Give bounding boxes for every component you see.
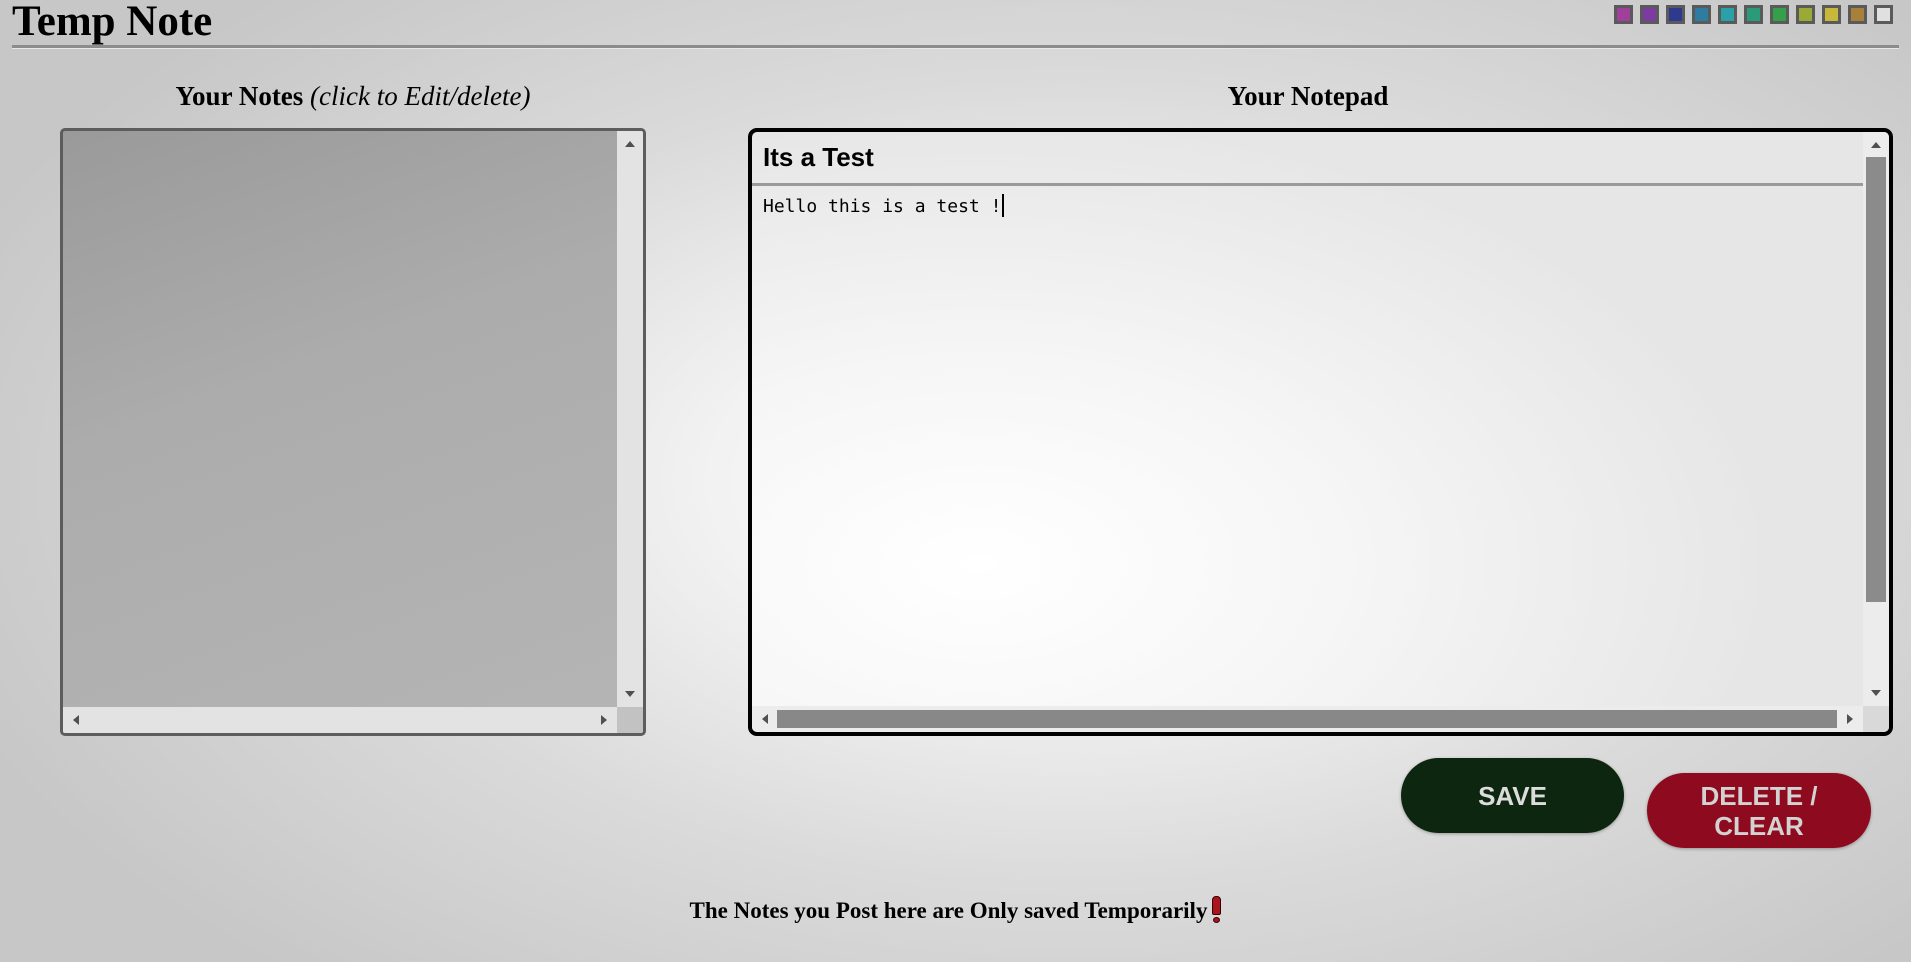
delete-button-label-line: CLEAR: [1714, 810, 1804, 841]
app-title: Temp Note: [12, 0, 213, 45]
scroll-right-arrow-icon[interactable]: [601, 715, 607, 725]
note-body-text: Hello this is a test !: [763, 196, 1002, 217]
swatch-brown[interactable]: [1848, 5, 1867, 24]
notes-horizontal-scrollbar[interactable]: [63, 707, 617, 733]
delete-button-label-line: DELETE /: [1700, 780, 1818, 811]
text-caret: [1002, 194, 1005, 217]
swatch-green[interactable]: [1770, 5, 1789, 24]
swatch-purple[interactable]: [1640, 5, 1659, 24]
notes-heading-label: Your Notes: [175, 81, 304, 111]
notepad-vertical-scrollbar[interactable]: [1863, 132, 1889, 706]
notepad-editor: Hello this is a test !: [748, 128, 1893, 736]
swatch-sea-green[interactable]: [1744, 5, 1763, 24]
swatch-teal[interactable]: [1718, 5, 1737, 24]
scroll-right-arrow-icon[interactable]: [1847, 714, 1853, 724]
notes-vertical-scrollbar[interactable]: [617, 131, 643, 707]
scroll-up-arrow-icon[interactable]: [625, 141, 635, 147]
swatch-navy[interactable]: [1666, 5, 1685, 24]
notes-list[interactable]: [60, 128, 646, 736]
note-body-textarea[interactable]: Hello this is a test !: [763, 194, 1859, 219]
swatch-olive[interactable]: [1796, 5, 1815, 24]
horizontal-scroll-thumb[interactable]: [777, 710, 1837, 728]
exclamation-icon: [1212, 896, 1222, 923]
swatch-mustard[interactable]: [1822, 5, 1841, 24]
scroll-down-arrow-icon[interactable]: [1871, 690, 1881, 696]
header-divider: [12, 45, 1899, 49]
footer-notice-text: The Notes you Post here are Only saved T…: [689, 898, 1208, 923]
swatch-magenta[interactable]: [1614, 5, 1633, 24]
theme-swatches: [1614, 5, 1893, 24]
scroll-down-arrow-icon[interactable]: [625, 691, 635, 697]
scrollbar-corner: [1863, 706, 1889, 732]
notepad-horizontal-scrollbar[interactable]: [752, 706, 1863, 732]
scroll-left-arrow-icon[interactable]: [73, 715, 79, 725]
note-title-input[interactable]: [752, 132, 1863, 186]
notes-heading-hint: (click to Edit/delete): [310, 81, 531, 111]
swatch-steel-blue[interactable]: [1692, 5, 1711, 24]
scroll-up-arrow-icon[interactable]: [1871, 142, 1881, 148]
swatch-light-gray[interactable]: [1874, 5, 1893, 24]
notes-heading: Your Notes (click to Edit/delete): [60, 78, 646, 114]
scrollbar-corner: [617, 707, 643, 733]
save-button[interactable]: SAVE: [1401, 758, 1624, 833]
delete-clear-button[interactable]: DELETE / CLEAR: [1647, 773, 1871, 848]
scroll-left-arrow-icon[interactable]: [762, 714, 768, 724]
notepad-heading: Your Notepad: [1227, 81, 1389, 111]
vertical-scroll-thumb[interactable]: [1866, 157, 1886, 602]
footer-notice: The Notes you Post here are Only saved T…: [0, 896, 1911, 924]
